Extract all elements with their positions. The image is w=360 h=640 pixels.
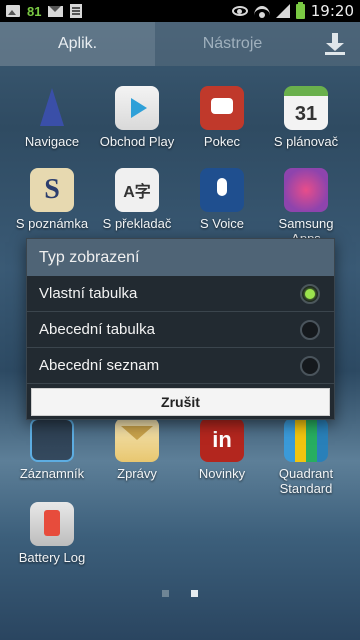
tab-apps[interactable]: Aplik. (0, 22, 155, 66)
eye-icon (231, 6, 248, 16)
page-indicator (0, 590, 360, 597)
tab-bar: Aplik. Nástroje (0, 22, 360, 66)
play-store-icon (115, 86, 159, 130)
option-label: Abecední seznam (39, 357, 160, 374)
download-button[interactable] (310, 22, 360, 66)
notification-count: 81 (27, 3, 42, 19)
app-pokec[interactable]: Pokec (180, 86, 264, 149)
download-icon (325, 33, 345, 55)
option-label: Vlastní tabulka (39, 285, 138, 302)
gallery-icon (6, 5, 20, 17)
app-zaznamnik[interactable]: Záznamník (10, 418, 94, 481)
app-samsung-apps[interactable]: Samsung Apps (264, 168, 348, 246)
app-s-poznamka[interactable]: S S poznámka (10, 168, 94, 231)
clock: 19:20 (310, 2, 354, 20)
app-label: Obchod Play (99, 134, 175, 149)
app-label: Battery Log (18, 550, 86, 565)
quadrant-icon (284, 418, 328, 462)
linkedin-icon: in (200, 418, 244, 462)
app-label: Navigace (24, 134, 80, 149)
navigation-icon (30, 86, 74, 130)
app-label: Zprávy (117, 466, 157, 481)
messages-icon (115, 418, 159, 462)
status-bar: 81 19:20 (0, 0, 360, 22)
recorder-icon (30, 418, 74, 462)
option-alphabetical-grid[interactable]: Abecední tabulka (27, 312, 334, 348)
memo-icon: S (30, 168, 74, 212)
option-label: Abecední tabulka (39, 321, 155, 338)
app-quadrant[interactable]: Quadrant Standard (264, 418, 348, 496)
app-novinky[interactable]: in Novinky (180, 418, 264, 481)
mail-icon (48, 5, 64, 17)
radio-unselected[interactable] (300, 319, 320, 340)
battery-log-icon (30, 502, 74, 546)
view-type-dialog: Typ zobrazení Vlastní tabulka Abecední t… (26, 238, 335, 420)
app-label: Novinky (198, 466, 246, 481)
page-dot[interactable] (162, 590, 169, 597)
dialog-title: Typ zobrazení (27, 239, 334, 276)
option-alphabetical-list[interactable]: Abecední seznam (27, 348, 334, 384)
app-s-planovac[interactable]: 31 S plánovač (264, 86, 348, 149)
app-label: Záznamník (19, 466, 85, 481)
wifi-icon (253, 4, 270, 18)
app-label: S překladač (102, 216, 172, 231)
translator-icon: A字 (115, 168, 159, 212)
tab-tools[interactable]: Nástroje (155, 22, 310, 66)
chat-icon (200, 86, 244, 130)
battery-icon (295, 1, 305, 19)
option-custom-grid[interactable]: Vlastní tabulka (27, 276, 334, 312)
app-s-voice[interactable]: S Voice (180, 168, 264, 231)
app-label: S Voice (199, 216, 245, 231)
app-label: Pokec (203, 134, 241, 149)
calendar-icon: 31 (284, 86, 328, 130)
samsung-apps-icon (284, 168, 328, 212)
signal-icon (275, 4, 290, 18)
app-battery-log[interactable]: Battery Log (10, 502, 94, 565)
cancel-button[interactable]: Zrušit (31, 388, 330, 416)
app-label: S poznámka (15, 216, 89, 231)
app-label: S plánovač (273, 134, 339, 149)
app-play-store[interactable]: Obchod Play (95, 86, 179, 149)
radio-selected[interactable] (300, 283, 320, 304)
app-zpravy[interactable]: Zprávy (95, 418, 179, 481)
page-dot-current[interactable] (191, 590, 198, 597)
microphone-icon (200, 168, 244, 212)
app-s-prekladac[interactable]: A字 S překladač (95, 168, 179, 231)
app-label: Quadrant Standard (278, 466, 334, 496)
document-icon (70, 4, 83, 18)
radio-unselected[interactable] (300, 355, 320, 376)
app-navigace[interactable]: Navigace (10, 86, 94, 149)
